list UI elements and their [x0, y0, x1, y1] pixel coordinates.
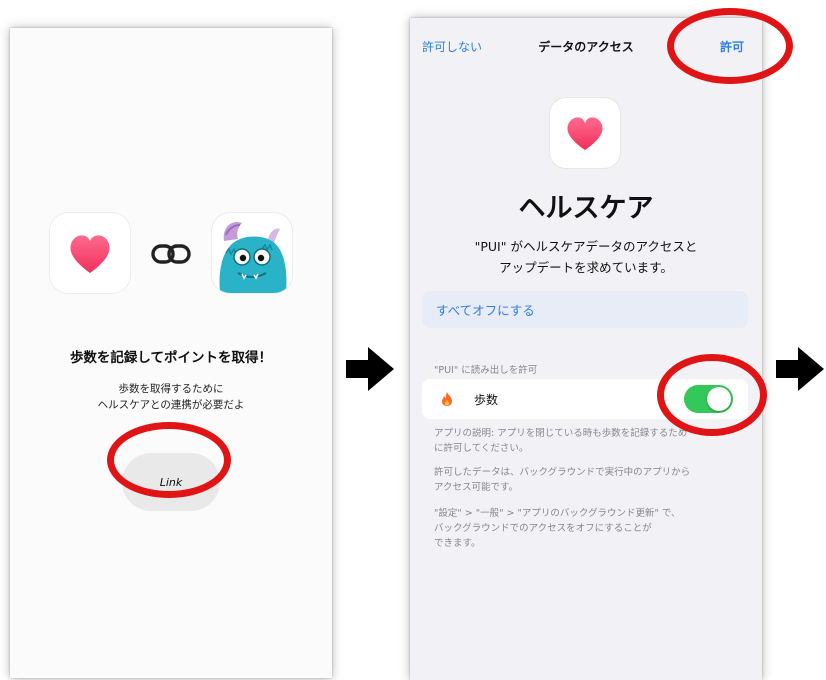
background-access-note-line-2: アクセス可能です。	[434, 482, 519, 493]
background-access-note: 許可したデータは、バックグラウンドで実行中のアプリから アクセス可能です。	[434, 465, 740, 495]
health-title: ヘルスケア	[518, 193, 654, 224]
access-description: "PUI" がヘルスケアデータのアクセスと アップデートを求めています。	[410, 236, 762, 278]
health-app-tile	[50, 213, 130, 293]
access-description-line-2: アップデートを求めています。	[499, 260, 673, 275]
settings-note-line-2: バックグラウンドでのアクセスをオフにすることが	[434, 523, 652, 534]
settings-note-line-1: "設定" > "一般" > "アプリのバックグラウンド更新" で、	[434, 508, 681, 519]
steps-label: 歩数	[474, 393, 499, 407]
pui-app-tile	[212, 213, 292, 293]
link-headline: 歩数を記録してポイントを取得！	[69, 350, 273, 366]
arrow-right-icon	[346, 347, 394, 391]
toggle-knob	[707, 387, 731, 411]
app-explanation-line-1: アプリの説明: アプリを閉じている時も歩数を記録するため	[434, 428, 688, 439]
settings-note-line-3: できます。	[434, 538, 481, 549]
heart-icon	[567, 117, 603, 150]
link-icon	[151, 244, 191, 264]
background-access-note-line-1: 許可したデータは、バックグラウンドで実行中のアプリから	[434, 467, 691, 478]
steps-toggle[interactable]	[684, 385, 733, 413]
screen-link-health: 歩数を記録してポイントを取得！ 歩数を取得するために ヘルスケアとの連携が必要だ…	[10, 28, 332, 678]
settings-note: "設定" > "一般" > "アプリのバックグラウンド更新" で、 バックグラウ…	[434, 506, 740, 551]
flame-icon	[442, 392, 452, 406]
link-subtext-line-1: 歩数を取得するために	[118, 383, 224, 395]
steps-permission-row[interactable]: 歩数	[422, 379, 748, 419]
health-app-tile	[550, 98, 620, 168]
allow-button[interactable]: 許可	[720, 38, 744, 55]
app-explanation: アプリの説明: アプリを閉じている時も歩数を記録するため に許可してください。	[434, 426, 740, 456]
read-permission-header: "PUI" に読み出しを許可	[434, 365, 538, 376]
turn-all-off-button[interactable]: すべてオフにする	[422, 291, 748, 328]
link-button[interactable]: Link	[122, 453, 220, 511]
app-explanation-line-2: に許可してください。	[434, 443, 529, 454]
screen-health-access: 許可しない データのアクセス 許可 ヘルスケア "PUI" がヘルスケアデータの…	[410, 8, 793, 680]
monster-avatar	[219, 221, 287, 293]
link-subtext-line-2: ヘルスケアとの連携が必要だよ	[97, 399, 245, 411]
heart-icon	[70, 235, 110, 273]
nav-title: データのアクセス	[538, 40, 634, 54]
arrow-right-icon	[776, 347, 824, 391]
access-description-line-1: "PUI" がヘルスケアデータのアクセスと	[474, 239, 698, 254]
